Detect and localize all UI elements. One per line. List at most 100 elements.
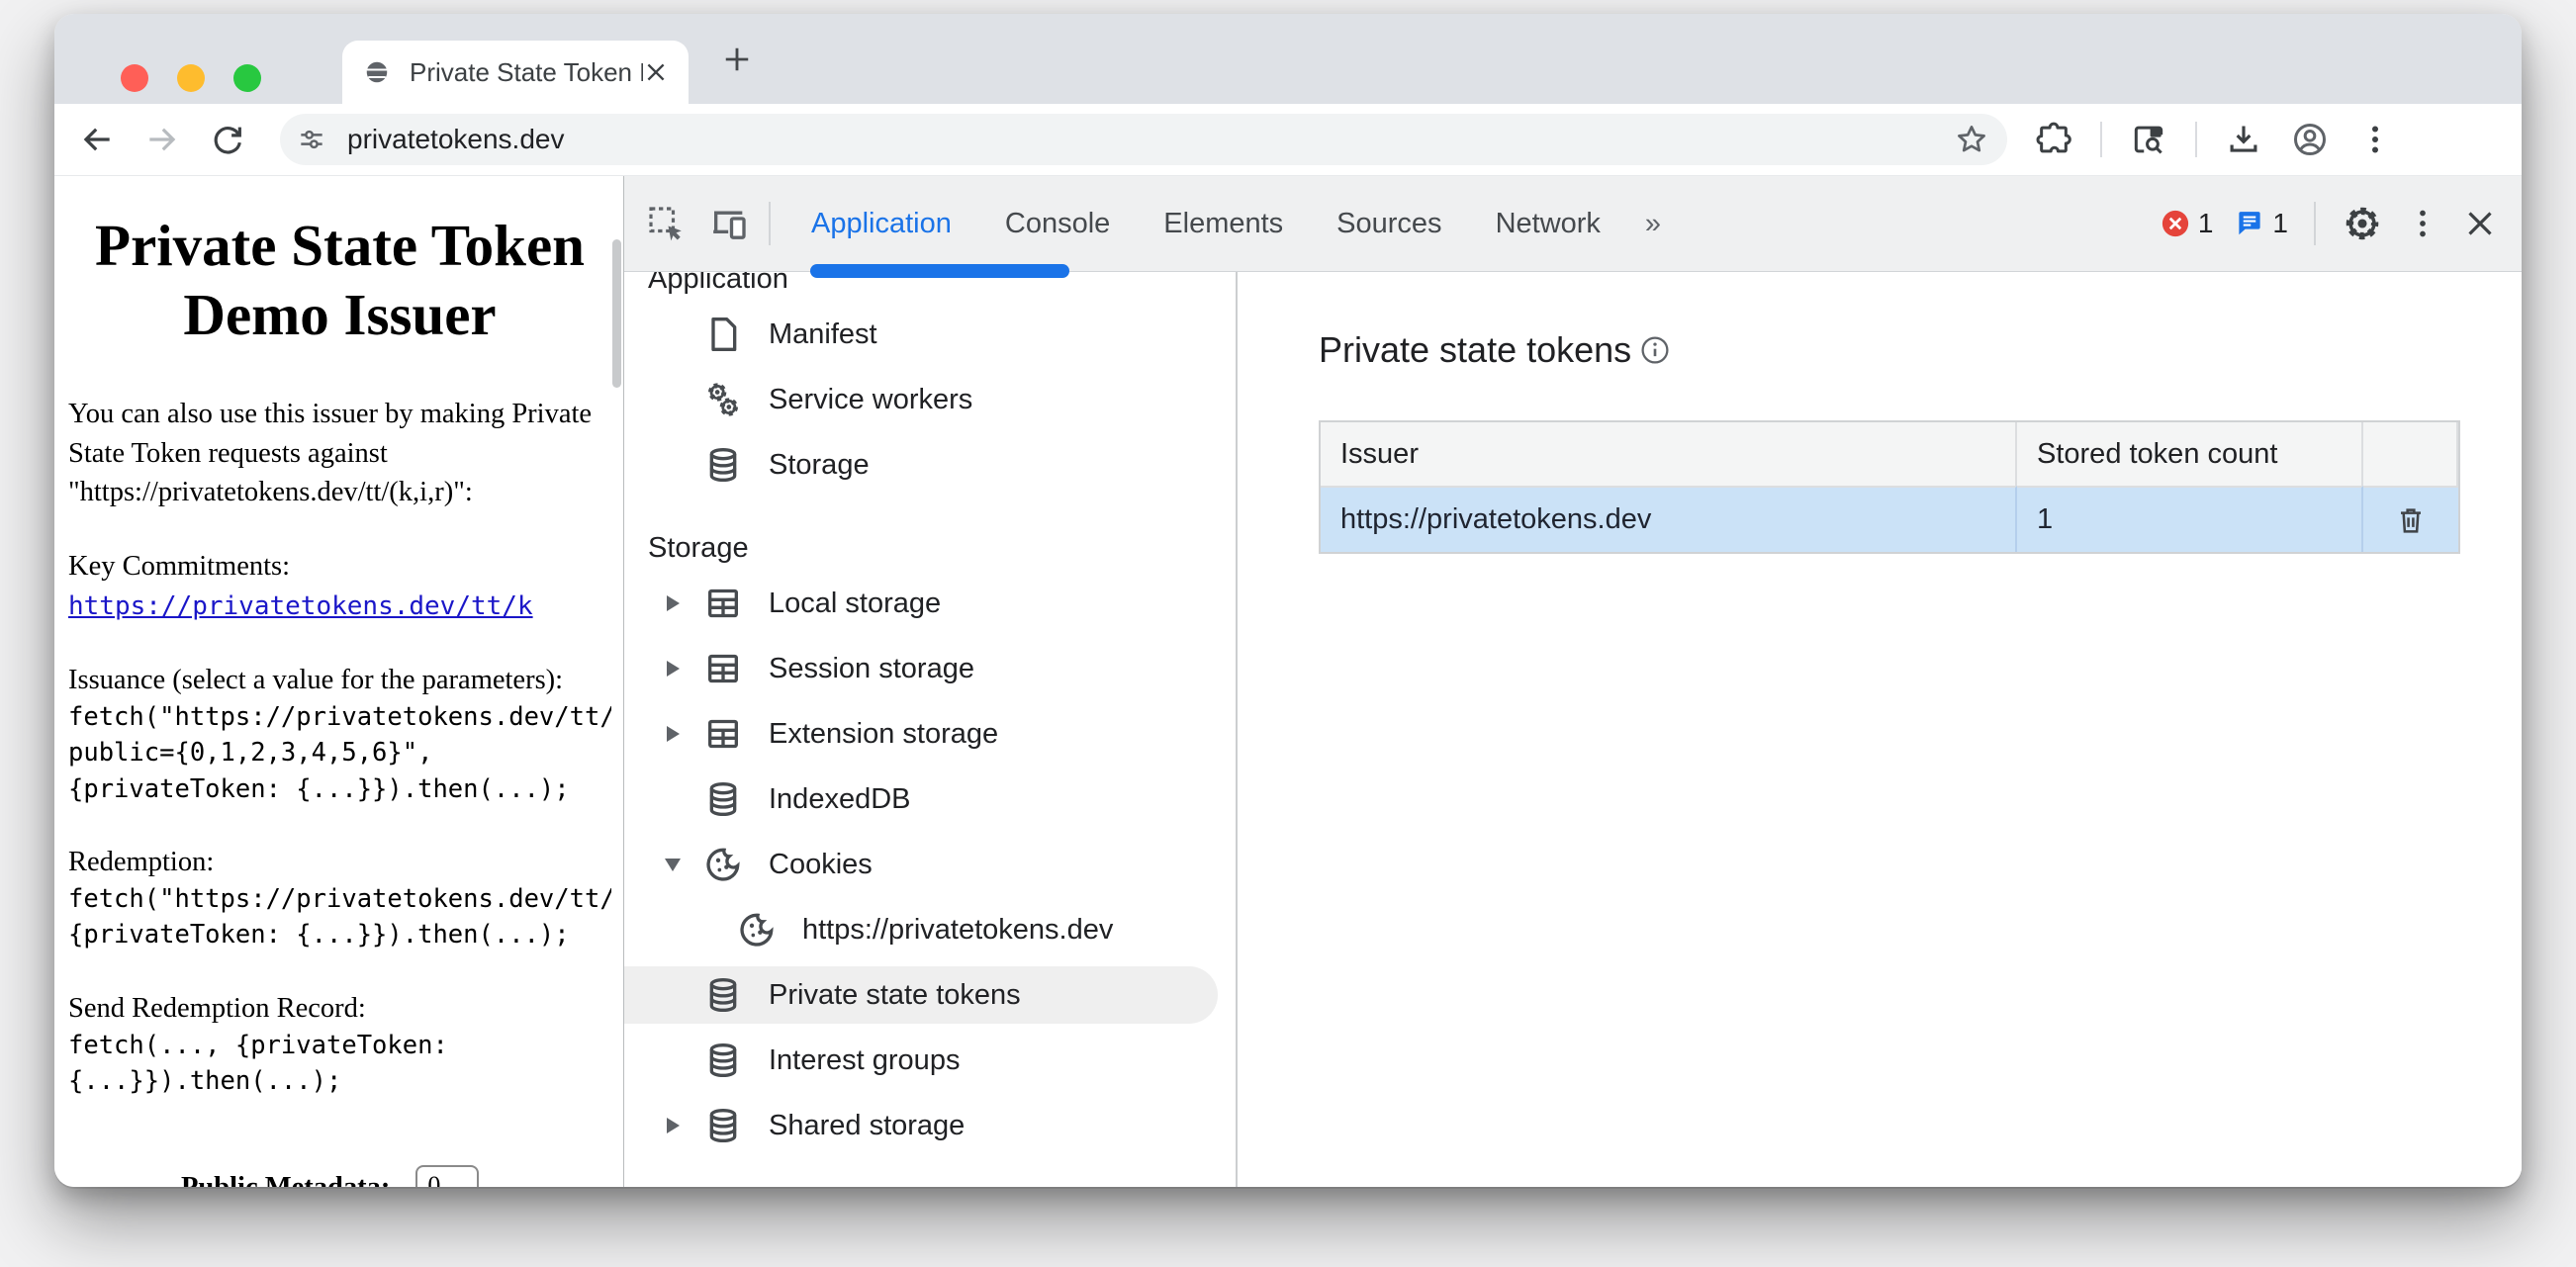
table-row-count-cell[interactable]: 1 bbox=[2017, 486, 2363, 552]
table-grid-icon bbox=[703, 649, 743, 688]
gears-icon bbox=[703, 380, 743, 419]
sidebar-item-service-workers[interactable]: Service workers bbox=[624, 367, 1236, 432]
toolbar-actions bbox=[2035, 120, 2393, 159]
sidebar-item-manifest[interactable]: Manifest bbox=[624, 302, 1236, 367]
browser-tab[interactable]: Private State Token Demo bbox=[342, 41, 689, 104]
key-commitments-link[interactable]: https://privatetokens.dev/tt/k bbox=[68, 591, 533, 621]
sidebar-item-local-storage[interactable]: Local storage bbox=[624, 571, 1236, 636]
chevron-right-icon[interactable] bbox=[667, 661, 680, 677]
table-grid-icon bbox=[703, 714, 743, 754]
traffic-lights bbox=[121, 64, 261, 92]
issuance-code-line: fetch("https://privatetokens.dev/tt/ bbox=[68, 699, 611, 735]
devtools-close-icon[interactable] bbox=[2462, 206, 2498, 241]
chevron-right-icon[interactable] bbox=[667, 726, 680, 742]
sidebar-item-private-state-tokens[interactable]: Private state tokens bbox=[624, 962, 1236, 1028]
device-toolbar-icon[interactable] bbox=[709, 204, 749, 243]
sidebar-item-shared-storage[interactable]: Shared storage bbox=[624, 1093, 1236, 1158]
tab-sources[interactable]: Sources bbox=[1310, 176, 1468, 271]
url-bar[interactable]: privatetokens.dev bbox=[280, 114, 2007, 165]
devtools-menu-icon[interactable] bbox=[2405, 206, 2440, 241]
key-commitments-label: Key Commitments: bbox=[68, 547, 611, 586]
devtools-settings-gear-icon[interactable] bbox=[2342, 203, 2383, 244]
chevron-down-icon[interactable] bbox=[665, 859, 681, 871]
sidebar-section-storage: Storage bbox=[624, 525, 1236, 571]
column-header-issuer[interactable]: Issuer bbox=[1321, 422, 2017, 486]
issuance-code-line: public={0,1,2,3,4,5,6}", bbox=[68, 735, 611, 770]
database-icon bbox=[703, 1106, 743, 1145]
fullscreen-window-button[interactable] bbox=[233, 64, 261, 92]
panel-title: Private state tokens bbox=[1319, 329, 1631, 371]
toolbar-divider bbox=[2100, 122, 2102, 157]
window-content: Private State Token Demo Issuer You can … bbox=[54, 176, 2522, 1187]
key-commitments-block: Key Commitments: https://privatetokens.d… bbox=[68, 547, 611, 625]
toolbar-divider bbox=[2195, 122, 2197, 157]
tab-title: Private State Token Demo bbox=[410, 57, 643, 88]
database-icon bbox=[703, 445, 743, 485]
info-icon[interactable] bbox=[1639, 334, 1671, 366]
downloads-icon[interactable] bbox=[2225, 121, 2262, 158]
browser-menu-icon[interactable] bbox=[2357, 122, 2393, 157]
site-settings-tune-icon[interactable] bbox=[296, 124, 327, 155]
reload-icon[interactable] bbox=[209, 121, 246, 158]
sidebar-item-cookie-origin[interactable]: https://privatetokens.dev bbox=[624, 897, 1236, 962]
sidebar-item-session-storage[interactable]: Session storage bbox=[624, 636, 1236, 701]
cookie-icon bbox=[703, 845, 743, 884]
redemption-code-line: fetch("https://privatetokens.dev/tt/ bbox=[68, 881, 611, 917]
devtools-toolbar: Application Console Elements Sources Net… bbox=[624, 176, 2522, 272]
console-messages-badge[interactable]: 1 bbox=[2235, 208, 2288, 239]
side-panel-search-icon[interactable] bbox=[2130, 121, 2167, 158]
column-header-count[interactable]: Stored token count bbox=[2017, 422, 2363, 486]
tab-elements[interactable]: Elements bbox=[1137, 176, 1310, 271]
public-metadata-input[interactable]: 0 bbox=[415, 1165, 479, 1187]
console-errors-badge[interactable]: 1 bbox=[2161, 208, 2214, 239]
more-tabs-chevron-icon[interactable]: » bbox=[1627, 176, 1679, 271]
issuance-code-line: {privateToken: {...}}).then(...); bbox=[68, 771, 611, 807]
sidebar-item-storage[interactable]: Storage bbox=[624, 432, 1236, 498]
extensions-icon[interactable] bbox=[2035, 121, 2072, 158]
webpage: Private State Token Demo Issuer You can … bbox=[54, 176, 623, 1187]
column-header-actions bbox=[2363, 422, 2458, 486]
sidebar-item-cookies[interactable]: Cookies bbox=[624, 832, 1236, 897]
page-scrollbar[interactable] bbox=[612, 239, 621, 388]
tab-console[interactable]: Console bbox=[978, 176, 1137, 271]
close-window-button[interactable] bbox=[121, 64, 148, 92]
url-text[interactable]: privatetokens.dev bbox=[347, 124, 1954, 155]
browser-toolbar: privatetokens.dev bbox=[54, 104, 2522, 176]
cookie-icon bbox=[737, 910, 777, 950]
new-tab-button[interactable] bbox=[719, 42, 755, 77]
chevron-right-icon[interactable] bbox=[667, 595, 680, 611]
chevron-right-icon[interactable] bbox=[667, 1118, 680, 1133]
sidebar-item-interest-groups[interactable]: Interest groups bbox=[624, 1028, 1236, 1093]
tokens-table: Issuer Stored token count https://privat… bbox=[1319, 420, 2460, 554]
database-icon bbox=[703, 975, 743, 1015]
redemption-code-line: {privateToken: {...}}).then(...); bbox=[68, 917, 611, 952]
inspect-element-icon[interactable] bbox=[646, 204, 686, 243]
application-sidebar: Application Manifest bbox=[624, 272, 1238, 1187]
sidebar-item-extension-storage[interactable]: Extension storage bbox=[624, 701, 1236, 767]
database-icon bbox=[703, 779, 743, 819]
private-state-tokens-panel: Private state tokens Issuer Stored token… bbox=[1238, 272, 2522, 1187]
titlebar: Private State Token Demo bbox=[54, 14, 2522, 104]
send-rr-label: Send Redemption Record: bbox=[68, 989, 611, 1028]
issuance-block: Issuance (select a value for the paramet… bbox=[68, 661, 611, 807]
tab-close-icon[interactable] bbox=[643, 59, 669, 85]
send-rr-block: Send Redemption Record: fetch(..., {priv… bbox=[68, 989, 611, 1100]
table-row-issuer-cell[interactable]: https://privatetokens.dev bbox=[1321, 486, 2017, 552]
tab-network[interactable]: Network bbox=[1469, 176, 1627, 271]
table-row-actions-cell bbox=[2363, 486, 2458, 552]
tab-application[interactable]: Application bbox=[784, 176, 978, 271]
intro-paragraph: You can also use this issuer by making P… bbox=[68, 395, 611, 511]
error-icon bbox=[2161, 209, 2190, 238]
table-grid-icon bbox=[703, 584, 743, 623]
redemption-label: Redemption: bbox=[68, 843, 611, 881]
forward-icon[interactable] bbox=[143, 121, 181, 158]
back-icon[interactable] bbox=[78, 121, 116, 158]
minimize-window-button[interactable] bbox=[177, 64, 205, 92]
browser-window: Private State Token Demo bbox=[54, 14, 2522, 1187]
public-metadata-label: Public Metadata: bbox=[181, 1172, 390, 1187]
issuance-label: Issuance (select a value for the paramet… bbox=[68, 661, 611, 699]
bookmark-star-icon[interactable] bbox=[1954, 122, 1989, 157]
delete-trash-icon[interactable] bbox=[2395, 504, 2427, 536]
profile-icon[interactable] bbox=[2290, 120, 2330, 159]
sidebar-item-indexeddb[interactable]: IndexedDB bbox=[624, 767, 1236, 832]
